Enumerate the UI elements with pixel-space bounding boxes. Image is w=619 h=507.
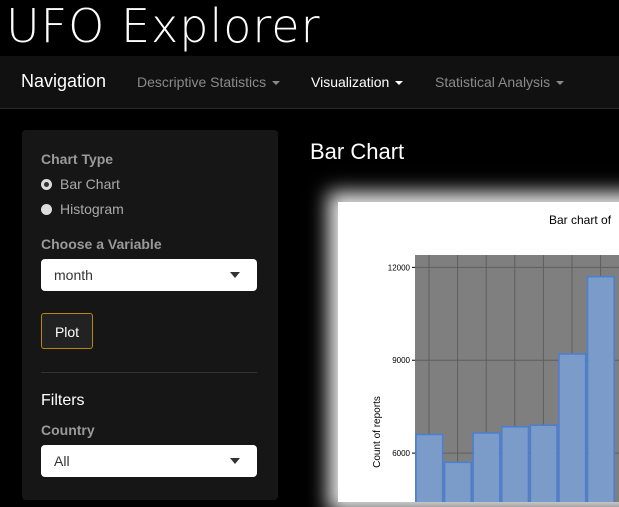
nav-statistical-analysis-label: Statistical Analysis: [435, 74, 551, 90]
radio-histogram[interactable]: Histogram: [41, 201, 124, 217]
y-tick-label: 9000: [392, 356, 410, 365]
nav-descriptive-statistics-label: Descriptive Statistics: [137, 74, 267, 90]
plot-paper: Bar chart of Count of reports 6000 9000 12…: [338, 202, 619, 507]
country-select-value: All: [54, 453, 70, 469]
y-axis-label: Count of reports: [372, 396, 383, 468]
bar-chart: Bar chart of Count of reports 6000 9000 12…: [372, 213, 619, 507]
divider: [41, 372, 257, 373]
radio-unchecked-icon[interactable]: [41, 204, 52, 215]
radio-histogram-label: Histogram: [60, 201, 124, 217]
plot-button[interactable]: Plot: [41, 313, 93, 349]
nav-statistical-analysis[interactable]: Statistical Analysis: [435, 74, 565, 90]
bar: [586, 275, 615, 507]
radio-bar-chart[interactable]: Bar Chart: [41, 176, 120, 192]
variable-label: Choose a Variable: [41, 236, 162, 252]
dropdown-arrow-icon: [230, 272, 240, 278]
variable-select-value: month: [54, 267, 93, 283]
filters-title: Filters: [41, 392, 85, 409]
country-select[interactable]: All: [41, 445, 257, 477]
dropdown-arrow-icon: [230, 458, 240, 464]
radio-checked-icon[interactable]: [41, 179, 52, 190]
nav-visualization[interactable]: Visualization: [311, 74, 404, 90]
app-title: UFO Explorer: [6, 0, 321, 53]
sidebar-panel: Chart Type Bar Chart Histogram Choose a …: [22, 130, 278, 500]
radio-bar-chart-label: Bar Chart: [60, 176, 120, 192]
chevron-down-icon: [395, 81, 404, 86]
chevron-down-icon: [556, 81, 565, 86]
nav-visualization-label: Visualization: [311, 74, 390, 90]
nav-descriptive-statistics[interactable]: Descriptive Statistics: [137, 74, 281, 90]
bar: [415, 433, 444, 507]
country-label: Country: [41, 422, 95, 438]
plot-area: Bar chart of Count of reports 6000 9000 12…: [308, 176, 619, 507]
chart-title: Bar chart of: [549, 213, 612, 227]
bar: [529, 424, 558, 507]
navbar-brand[interactable]: Navigation: [21, 71, 106, 92]
bar: [443, 461, 472, 507]
bar: [472, 432, 501, 507]
chart-type-label: Chart Type: [41, 151, 114, 167]
y-tick-label: 12000: [388, 263, 411, 272]
navbar: Navigation Descriptive Statistics Visual…: [0, 56, 619, 109]
chevron-down-icon: [272, 81, 281, 86]
main-title: Bar Chart: [310, 139, 405, 164]
bar: [501, 426, 530, 507]
variable-select[interactable]: month: [41, 259, 257, 291]
bar: [558, 353, 587, 507]
y-tick-label: 6000: [392, 449, 410, 458]
